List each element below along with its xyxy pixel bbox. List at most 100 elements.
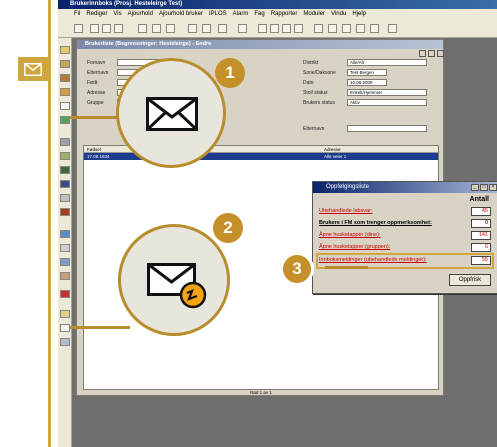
dial-icon[interactable]: [60, 180, 70, 188]
maximize-button[interactable]: [428, 50, 435, 57]
nav-next-button[interactable]: [282, 24, 291, 33]
envelope-refresh-icon[interactable]: [60, 324, 70, 332]
toolbar-button[interactable]: [370, 24, 379, 33]
dialog-title: Oppfølgingsliste: [313, 182, 497, 193]
menu-moduler[interactable]: Moduler: [303, 11, 325, 17]
brukers-status-select[interactable]: Aktiv: [347, 99, 427, 106]
toolbar-button[interactable]: [218, 24, 227, 33]
notes-icon[interactable]: [60, 310, 70, 318]
list-icon[interactable]: [60, 338, 70, 346]
etternavn-search-input[interactable]: [347, 125, 427, 132]
grid-header-fodsel[interactable]: Fødsel: [87, 146, 101, 153]
toolbar-button[interactable]: [388, 24, 397, 33]
menu-vis[interactable]: Vis: [113, 11, 121, 17]
menu-rapporter[interactable]: Rapporter: [271, 11, 298, 17]
menu-ajourhold[interactable]: Ajourhold: [128, 11, 153, 17]
list-item[interactable]: Ubehandlede labsvar: 45: [319, 207, 491, 217]
row-value-huskelapper-gruppen: 6: [471, 243, 491, 252]
menu-fil[interactable]: Fil: [74, 11, 80, 17]
callout-connector: [325, 266, 368, 269]
app-title-bar: Brukerinnboks (Prosj. Hesteleirge Test): [58, 0, 497, 9]
toolbar-button[interactable]: [238, 24, 247, 33]
sone-select[interactable]: Test Bergen: [347, 69, 387, 76]
list-item-innboks-highlighted[interactable]: Innboksmeldinger (ubehandlede meldinger)…: [316, 253, 494, 269]
field-label-sone: Sone/Daksone: [303, 70, 336, 76]
toolbar-button[interactable]: [74, 24, 83, 33]
dato-input[interactable]: 10.08.2009: [347, 79, 387, 86]
list-item[interactable]: Brukere i FM som trenger oppmerksomhet: …: [319, 219, 491, 229]
nav-last-button[interactable]: [294, 24, 303, 33]
row-label-huskelapper-gruppen[interactable]: Åpne huskelapper (gruppen):: [319, 244, 390, 250]
gear-icon[interactable]: [60, 194, 70, 202]
callout-connector: [70, 326, 130, 329]
toolbar-button[interactable]: [90, 24, 99, 33]
oppfrisk-button[interactable]: Oppfrisk: [449, 274, 491, 286]
bookmark-icon[interactable]: [60, 208, 70, 216]
row-label-labsvar[interactable]: Ubehandlede labsvar:: [319, 208, 373, 214]
menu-alarm[interactable]: Alarm: [233, 11, 249, 17]
oppfolgingsliste-dialog: Oppfølgingsliste _ □ × Antall Ubehandled…: [312, 181, 497, 294]
menu-bar: Fil Rediger Vis Ajourhold Ajourhold bruk…: [58, 9, 497, 19]
grid-cell-fodsel: 17.08.1934: [87, 154, 110, 159]
toolbar-button[interactable]: [314, 24, 323, 33]
field-label-distrikt: Distrikt: [303, 60, 319, 66]
pin-icon[interactable]: [60, 230, 70, 238]
tools-icon[interactable]: [60, 74, 70, 82]
shield-icon[interactable]: [60, 116, 70, 124]
field-label-gruppe: Gruppe: [87, 100, 104, 106]
envelope-icon: [146, 97, 198, 133]
close-button[interactable]: ×: [489, 184, 497, 191]
document-icon[interactable]: [60, 258, 70, 266]
maximize-button[interactable]: □: [480, 184, 488, 191]
menu-fag[interactable]: Fag: [254, 11, 264, 17]
folder-icon[interactable]: [60, 46, 70, 54]
stoil-status-select[interactable]: Enkelt/Hjemmet: [347, 89, 427, 96]
row-value-fm: 0: [471, 219, 491, 228]
toolbar-button[interactable]: [342, 24, 351, 33]
toolbar-button[interactable]: [356, 24, 365, 33]
field-label-stoil-status: Stoil status: [303, 90, 328, 96]
list-item[interactable]: Åpne huskelapper (gruppen): 6: [319, 243, 491, 253]
menu-ajourhold-bruker[interactable]: Ajourhold bruker: [159, 11, 203, 17]
row-label-fm[interactable]: Brukere i FM som trenger oppmerksomhet:: [319, 220, 432, 226]
report-icon[interactable]: [60, 88, 70, 96]
scroll-icon[interactable]: [60, 244, 70, 252]
gold-accent-line: [48, 0, 51, 447]
close-button[interactable]: [437, 50, 444, 57]
field-label-adresse: Adresse: [87, 90, 106, 96]
pencil-icon[interactable]: [60, 272, 70, 280]
toolbar-button[interactable]: [328, 24, 337, 33]
toolbar-button[interactable]: [152, 24, 161, 33]
menu-hjelp[interactable]: Hjelp: [352, 11, 366, 17]
minimize-button[interactable]: [419, 50, 426, 57]
field-label-fornavn: Fornavn: [87, 60, 106, 66]
tag-icon[interactable]: [60, 152, 70, 160]
row-label-huskelapper-dine[interactable]: Åpne huskelapper (dine):: [319, 232, 380, 238]
app-screenshot: Brukerinnboks (Prosj. Hesteleirge Test) …: [58, 0, 497, 447]
user-icon[interactable]: [60, 60, 70, 68]
toolbar-button[interactable]: [166, 24, 175, 33]
nav-first-button[interactable]: [258, 24, 267, 33]
row-label-innboks[interactable]: Innboksmeldinger (ubehandlede meldinger)…: [319, 257, 427, 263]
toolbar-button[interactable]: [102, 24, 111, 33]
toolbar-button[interactable]: [114, 24, 123, 33]
nav-prev-button[interactable]: [270, 24, 279, 33]
envelope-icon[interactable]: [60, 102, 70, 110]
globe-icon[interactable]: [60, 166, 70, 174]
callout-number-1: 1: [215, 58, 245, 88]
distrikt-select[interactable]: Alle/Alt: [347, 59, 427, 66]
field-label-brukers-status: Brukers status: [303, 100, 335, 106]
menu-iplos[interactable]: IPLOS: [209, 11, 227, 17]
toolbar-button[interactable]: [138, 24, 147, 33]
menu-rediger[interactable]: Rediger: [86, 11, 107, 17]
alert-icon[interactable]: [60, 290, 70, 298]
minimize-button[interactable]: _: [471, 184, 479, 191]
antall-header: Antall: [469, 196, 489, 203]
module-sidebar: [58, 38, 72, 447]
link-icon[interactable]: [60, 138, 70, 146]
list-item[interactable]: Åpne huskelapper (dine): 141: [319, 231, 491, 241]
toolbar-button[interactable]: [188, 24, 197, 33]
toolbar-button[interactable]: [202, 24, 211, 33]
menu-vindu[interactable]: Vindu: [331, 11, 346, 17]
grid-header-adresse[interactable]: Adresse: [324, 146, 341, 153]
